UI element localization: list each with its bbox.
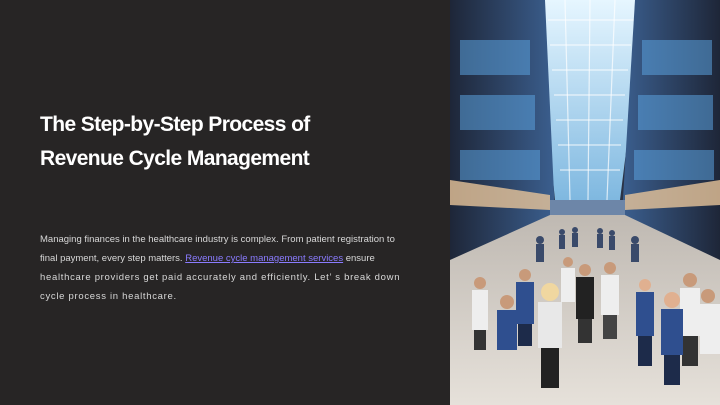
- slide-title-line-2: Revenue Cycle Management: [40, 147, 310, 170]
- slide-title: The Step-by-Step Process of Revenue Cycl…: [40, 108, 440, 176]
- slide-body: Managing finances in the healthcare indu…: [40, 230, 430, 306]
- text-panel: The Step-by-Step Process of Revenue Cycl…: [0, 0, 450, 405]
- body-line-3: healthcare providers get paid accurately…: [40, 272, 401, 283]
- rcm-services-link[interactable]: Revenue cycle management services: [185, 253, 343, 264]
- body-line-2: final payment, every step matters. Reven…: [40, 249, 430, 268]
- body-line-2-pre: final payment, every step matters.: [40, 253, 186, 264]
- slide: The Step-by-Step Process of Revenue Cycl…: [0, 0, 720, 405]
- body-line-2-post: ensure: [343, 253, 375, 264]
- hospital-atrium-illustration: [450, 0, 720, 405]
- hospital-atrium-photo: [450, 0, 720, 405]
- slide-title-line-1: The Step-by-Step Process of: [40, 113, 310, 136]
- body-line-1: Managing finances in the healthcare indu…: [40, 234, 395, 245]
- body-line-4: cycle process in healthcare.: [40, 291, 177, 302]
